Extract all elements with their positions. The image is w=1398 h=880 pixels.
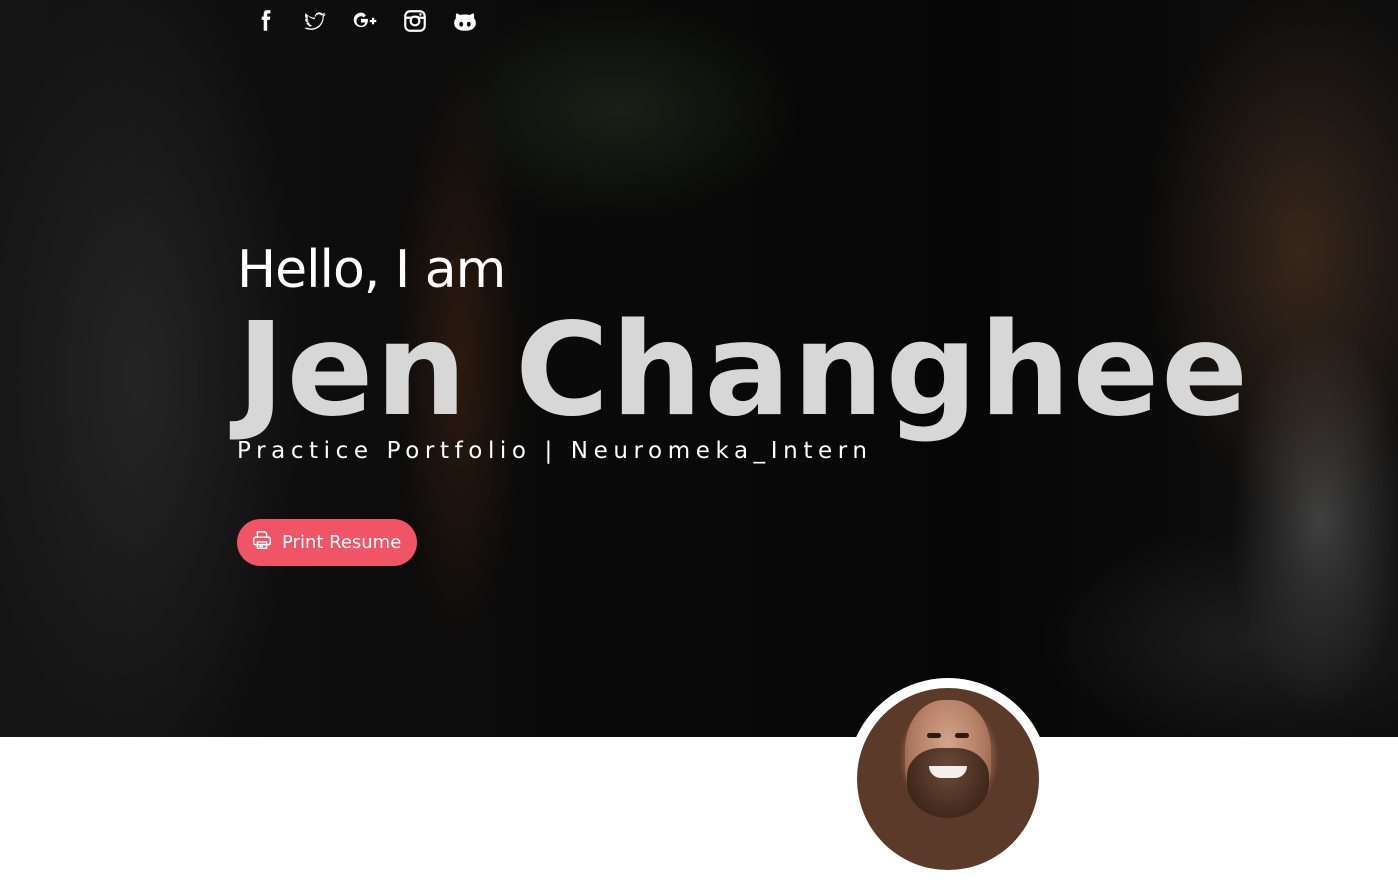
- hero-name: Jen Changhee: [237, 296, 1251, 445]
- facebook-icon[interactable]: [250, 6, 280, 36]
- print-resume-button[interactable]: Print Resume: [237, 519, 418, 566]
- instagram-icon[interactable]: [400, 6, 430, 36]
- hero-intro: Hello, I am Jen Changhee Practice Portfo…: [237, 238, 1250, 464]
- twitter-icon[interactable]: [300, 6, 330, 36]
- printer-icon: [251, 529, 273, 556]
- greeting-text: Hello, I am: [237, 240, 506, 300]
- content-section-top: [0, 737, 1398, 770]
- social-links: [250, 6, 480, 36]
- github-icon[interactable]: [450, 6, 480, 36]
- avatar-frame: [847, 678, 1049, 880]
- print-resume-label: Print Resume: [282, 532, 402, 553]
- google-plus-icon[interactable]: [350, 6, 380, 36]
- avatar: [857, 688, 1039, 870]
